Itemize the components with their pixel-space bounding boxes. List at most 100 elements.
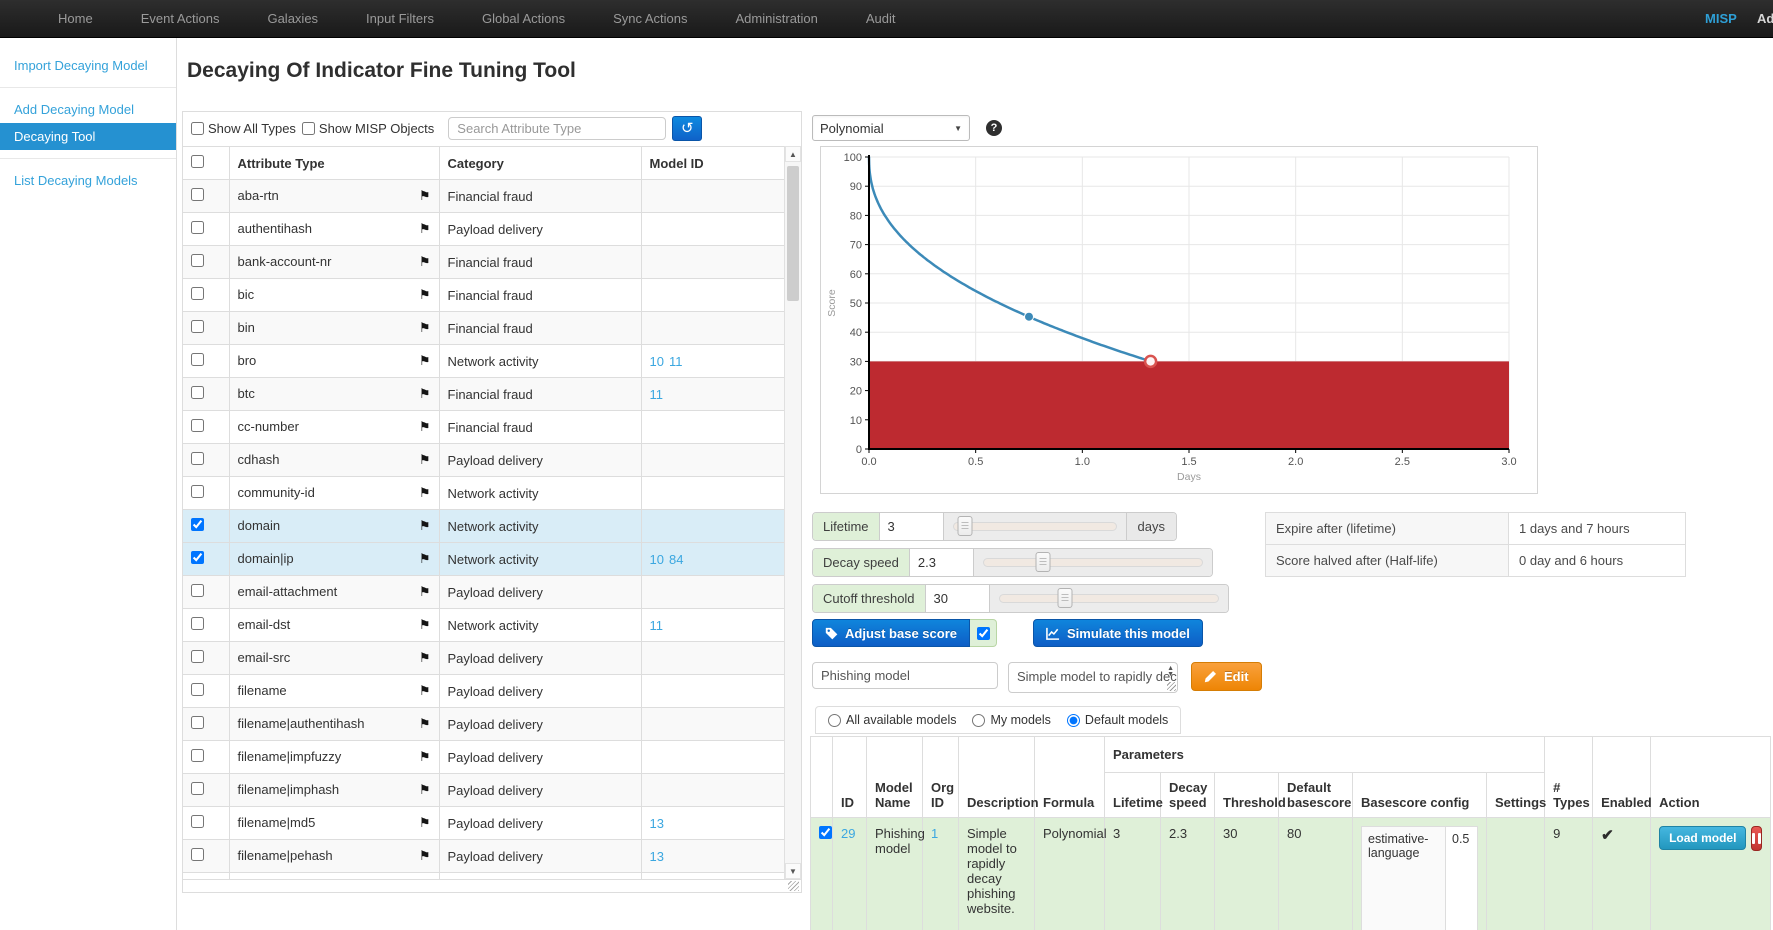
lifetime-slider-handle[interactable] — [957, 516, 972, 536]
textarea-scroll-arrows[interactable]: ▲ ▼ — [1167, 666, 1174, 678]
decay-speed-slider-handle[interactable] — [1035, 552, 1050, 572]
table-row[interactable]: filename|pehash⚑Payload delivery13 — [183, 840, 784, 873]
table-row[interactable]: bic⚑Financial fraud — [183, 279, 784, 312]
model-id-link[interactable]: 11 — [650, 618, 664, 633]
adjust-base-score-button[interactable]: Adjust base score — [812, 619, 970, 647]
flag-icon[interactable]: ⚑ — [419, 650, 431, 666]
model-row-29[interactable]: 29 Phishing model 1 Simple model to rapi… — [811, 818, 1771, 930]
simulate-model-button[interactable]: Simulate this model — [1033, 619, 1203, 647]
attribute-row-checkbox[interactable] — [191, 716, 204, 729]
flag-icon[interactable]: ⚑ — [419, 617, 431, 633]
attribute-row-checkbox[interactable] — [191, 584, 204, 597]
attribute-row-checkbox[interactable] — [191, 782, 204, 795]
cutoff-threshold-slider[interactable] — [990, 585, 1228, 612]
org-id-link[interactable]: 1 — [931, 826, 938, 841]
scrollbar-down-icon[interactable]: ▼ — [785, 863, 801, 879]
attribute-row-checkbox[interactable] — [191, 650, 204, 663]
nav-item-sync-actions[interactable]: Sync Actions — [613, 11, 687, 26]
textarea-resize-grip-icon[interactable] — [1167, 682, 1176, 691]
attribute-row-checkbox[interactable] — [191, 320, 204, 333]
decay-speed-slider-track[interactable] — [983, 558, 1203, 567]
model-description-textarea[interactable]: Simple model to rapidly decay ▲ ▼ — [1008, 662, 1178, 693]
sidebar-item-list-decaying-models[interactable]: List Decaying Models — [0, 167, 176, 194]
decay-speed-slider[interactable] — [974, 549, 1212, 576]
load-model-button[interactable]: Load model — [1659, 826, 1746, 850]
nav-item-home[interactable]: Home — [58, 11, 93, 26]
show-all-types-checkbox[interactable] — [191, 122, 204, 135]
default-models-option[interactable]: Default models — [1067, 713, 1168, 727]
all-available-models-option[interactable]: All available models — [828, 713, 956, 727]
attribute-row-checkbox[interactable] — [191, 617, 204, 630]
flag-icon[interactable]: ⚑ — [419, 815, 431, 831]
model-id-link[interactable]: 11 — [669, 354, 683, 369]
nav-user-menu[interactable]: Adm — [1757, 0, 1773, 38]
table-row[interactable]: domain|ip⚑Network activity1084 — [183, 543, 784, 576]
table-row[interactable]: cdhash⚑Payload delivery — [183, 444, 784, 477]
table-row[interactable]: aba-rtn⚑Financial fraud — [183, 180, 784, 213]
flag-icon[interactable]: ⚑ — [419, 386, 431, 402]
model-id-link[interactable]: 13 — [650, 849, 664, 864]
attribute-row-checkbox[interactable] — [191, 188, 204, 201]
attribute-row-checkbox[interactable] — [191, 419, 204, 432]
scrollbar-up-icon[interactable]: ▲ — [785, 146, 801, 162]
flag-icon[interactable]: ⚑ — [419, 716, 431, 732]
sidebar-item-import-decaying-model[interactable]: Import Decaying Model — [0, 52, 176, 79]
table-row[interactable]: email-attachment⚑Payload delivery — [183, 576, 784, 609]
nav-item-input-filters[interactable]: Input Filters — [366, 11, 434, 26]
flag-icon[interactable]: ⚑ — [419, 518, 431, 534]
edit-model-button[interactable]: Edit — [1191, 662, 1262, 691]
sidebar-item-add-decaying-model[interactable]: Add Decaying Model — [0, 96, 176, 123]
flag-icon[interactable]: ⚑ — [419, 551, 431, 567]
flag-icon[interactable]: ⚑ — [419, 485, 431, 501]
sidebar-item-decaying-tool[interactable]: Decaying Tool — [0, 123, 176, 150]
model-id-link[interactable]: 10 — [650, 552, 664, 567]
lifetime-slider-track[interactable] — [953, 522, 1117, 531]
table-row[interactable]: bank-account-nr⚑Financial fraud — [183, 246, 784, 279]
table-row[interactable]: filename|md5⚑Payload delivery13 — [183, 807, 784, 840]
table-row[interactable]: bro⚑Network activity1011 — [183, 345, 784, 378]
cutoff-threshold-slider-handle[interactable] — [1057, 588, 1072, 608]
attribute-row-checkbox[interactable] — [191, 452, 204, 465]
formula-select[interactable]: Polynomial ▼ — [812, 115, 970, 141]
table-row[interactable]: btc⚑Financial fraud11 — [183, 378, 784, 411]
flag-icon[interactable]: ⚑ — [419, 584, 431, 600]
show-misp-objects-checkbox[interactable] — [302, 122, 315, 135]
flag-icon[interactable]: ⚑ — [419, 683, 431, 699]
flag-icon[interactable]: ⚑ — [419, 287, 431, 303]
table-row[interactable]: authentihash⚑Payload delivery — [183, 213, 784, 246]
attribute-row-checkbox[interactable] — [191, 254, 204, 267]
table-row[interactable]: domain⚑Network activity — [183, 510, 784, 543]
cutoff-threshold-input[interactable] — [926, 585, 990, 612]
decay-speed-input[interactable] — [910, 549, 974, 576]
model-name-input[interactable] — [812, 662, 998, 689]
nav-item-audit[interactable]: Audit — [866, 11, 896, 26]
attribute-row-checkbox[interactable] — [191, 683, 204, 696]
attribute-row-checkbox[interactable] — [191, 221, 204, 234]
search-input[interactable] — [448, 117, 666, 140]
flag-icon[interactable]: ⚑ — [419, 221, 431, 237]
nav-item-event-actions[interactable]: Event Actions — [141, 11, 220, 26]
table-row[interactable]: email-src⚑Payload delivery — [183, 642, 784, 675]
attribute-row-checkbox[interactable] — [191, 848, 204, 861]
table-row[interactable]: filename|imphash⚑Payload delivery — [183, 774, 784, 807]
nav-item-galaxies[interactable]: Galaxies — [267, 11, 318, 26]
refresh-button[interactable]: ↺ — [672, 116, 702, 141]
table-row[interactable]: filename|impfuzzy⚑Payload delivery — [183, 741, 784, 774]
attribute-row-checkbox[interactable] — [191, 551, 204, 564]
model-id-link[interactable]: 84 — [669, 552, 683, 567]
select-all-checkbox[interactable] — [191, 155, 204, 168]
flag-icon[interactable]: ⚑ — [419, 353, 431, 369]
misp-brand[interactable]: MISP — [1705, 0, 1737, 38]
attribute-table-scrollbar[interactable]: ▲ ▼ — [784, 146, 801, 879]
scrollbar-thumb[interactable] — [787, 166, 799, 301]
model-id-link[interactable]: 10 — [650, 354, 664, 369]
cutoff-threshold-slider-track[interactable] — [999, 594, 1219, 603]
attribute-row-checkbox[interactable] — [191, 287, 204, 300]
table-row[interactable]: bin⚑Financial fraud — [183, 312, 784, 345]
default-models-radio[interactable] — [1067, 714, 1080, 727]
flag-icon[interactable]: ⚑ — [419, 320, 431, 336]
my-models-radio[interactable] — [972, 714, 985, 727]
attribute-row-checkbox[interactable] — [191, 749, 204, 762]
pause-model-button[interactable] — [1751, 826, 1762, 851]
flag-icon[interactable]: ⚑ — [419, 848, 431, 864]
